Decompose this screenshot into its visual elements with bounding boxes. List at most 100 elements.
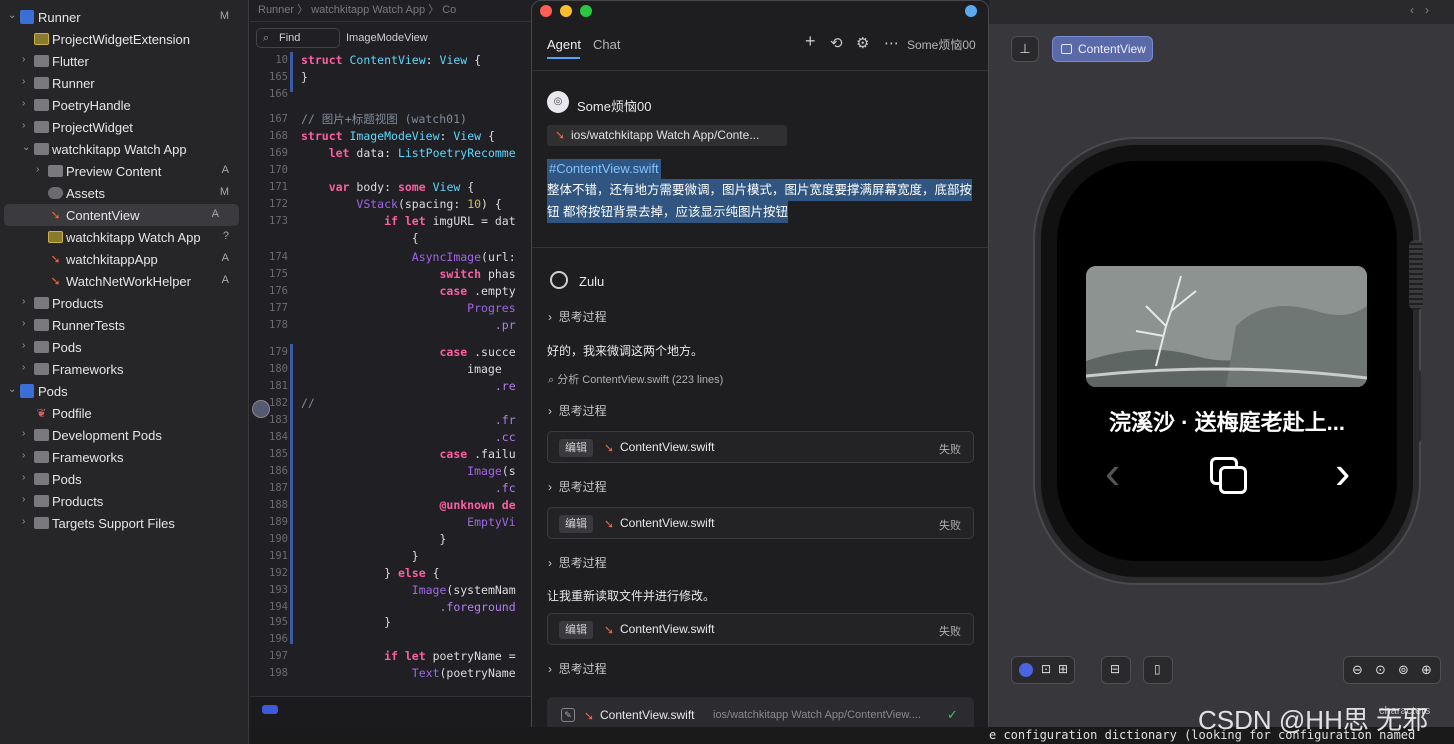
navigator-item[interactable]: ❦ Podfile	[0, 402, 249, 424]
more-icon[interactable]: ⋯	[884, 34, 899, 52]
code-text[interactable]: Text(poetryName	[301, 665, 516, 682]
device-settings-button[interactable]: ⊟	[1101, 656, 1131, 684]
code-text[interactable]: var body: some View {	[301, 179, 474, 196]
disclosure-closed-icon[interactable]: ›	[22, 76, 25, 87]
thinking-toggle[interactable]: › 思考过程	[548, 478, 607, 495]
navigator-item[interactable]: ⌄ Pods	[0, 380, 249, 402]
line-number[interactable]: 171	[258, 179, 288, 196]
code-line[interactable]: 173 if let imgURL = dat	[250, 213, 532, 230]
line-number[interactable]: 191	[258, 548, 288, 565]
thinking-toggle[interactable]: › 思考过程	[548, 554, 607, 571]
line-number[interactable]: 178	[258, 317, 288, 334]
disclosure-closed-icon[interactable]: ›	[22, 340, 25, 351]
navigator-item[interactable]: › Preview Content A	[0, 160, 249, 182]
navigator-item[interactable]: ➘ watchkitappApp A	[0, 248, 249, 270]
code-text[interactable]: EmptyVi	[301, 514, 515, 531]
breadcrumb[interactable]: Runner 〉 watchkitapp Watch App 〉 Co	[250, 0, 532, 22]
previous-arrow-icon[interactable]: ‹	[1105, 449, 1120, 495]
line-number[interactable]: 175	[258, 266, 288, 283]
code-line[interactable]: 176 case .empty	[250, 283, 532, 300]
account-name[interactable]: Some烦恼00	[907, 36, 976, 53]
zoom-out-icon[interactable]: ⊖	[1352, 662, 1363, 678]
code-line[interactable]: 174 AsyncImage(url:	[250, 249, 532, 266]
line-number[interactable]: 192	[258, 565, 288, 582]
code-text[interactable]: struct ContentView: View {	[301, 52, 481, 69]
code-text[interactable]: AsyncImage(url:	[301, 249, 516, 266]
code-text[interactable]: VStack(spacing: 10) {	[301, 196, 501, 213]
code-line[interactable]: 197 if let poetryName =	[250, 648, 532, 665]
device-button[interactable]: ▯	[1143, 656, 1173, 684]
code-line[interactable]: 172 VStack(spacing: 10) {	[250, 196, 532, 213]
code-text[interactable]: // 图片+标题视图 (watch01)	[301, 111, 467, 128]
disclosure-closed-icon[interactable]: ›	[22, 428, 25, 439]
line-number[interactable]: 185	[258, 446, 288, 463]
edit-result-card[interactable]: 编辑 ➘ ContentView.swift 失败	[547, 431, 974, 463]
disclosure-open-icon[interactable]: ⌄	[8, 384, 16, 395]
code-text[interactable]: .pr	[301, 317, 516, 334]
code-text[interactable]: } else {	[301, 565, 439, 582]
navigator-item[interactable]: › PoetryHandle	[0, 94, 249, 116]
navigator-item[interactable]: ➘ ContentView A	[4, 204, 239, 226]
code-line[interactable]: 167 // 图片+标题视图 (watch01)	[250, 111, 532, 128]
breakpoint-toggle-icon[interactable]	[262, 705, 278, 714]
line-number[interactable]: 187	[258, 480, 288, 497]
thinking-toggle[interactable]: › 思考过程	[548, 308, 607, 325]
contentview-button[interactable]: ContentView	[1052, 36, 1153, 62]
code-text[interactable]: }	[301, 614, 391, 631]
line-number[interactable]: 172	[258, 196, 288, 213]
navigator-item[interactable]: ➘ WatchNetWorkHelper A	[0, 270, 249, 292]
code-text[interactable]: case .succe	[301, 344, 515, 361]
edit-result-card[interactable]: 编辑 ➘ ContentView.swift 失败	[547, 613, 974, 645]
disclosure-closed-icon[interactable]: ›	[22, 98, 25, 109]
navigator-item[interactable]: ⌄ Runner M	[0, 6, 249, 28]
disclosure-closed-icon[interactable]: ›	[22, 318, 25, 329]
code-line[interactable]: 178 .pr	[250, 317, 532, 334]
code-text[interactable]: {	[301, 230, 419, 247]
navigator-item[interactable]: › Pods	[0, 336, 249, 358]
code-line[interactable]: {	[250, 230, 532, 247]
code-text[interactable]: .fc	[301, 480, 516, 497]
line-number[interactable]: 195	[258, 614, 288, 631]
code-text[interactable]: Image(s	[301, 463, 515, 480]
new-chat-icon[interactable]: +	[805, 31, 816, 52]
code-text[interactable]: image	[301, 361, 502, 378]
line-number[interactable]: 174	[258, 249, 288, 266]
next-arrow-icon[interactable]: ›	[1335, 449, 1350, 495]
tab-agent[interactable]: Agent	[547, 37, 581, 52]
code-text[interactable]: //	[301, 395, 315, 412]
line-number[interactable]: 10	[258, 52, 288, 69]
navigator-item[interactable]: › Products	[0, 490, 249, 512]
code-text[interactable]: if let poetryName =	[301, 648, 516, 665]
disclosure-closed-icon[interactable]: ›	[22, 516, 25, 527]
navigator-item[interactable]: › Development Pods	[0, 424, 249, 446]
breakpoint-marker[interactable]	[252, 400, 270, 418]
disclosure-closed-icon[interactable]: ›	[36, 164, 39, 175]
code-text[interactable]: }	[301, 548, 419, 565]
navigator-item[interactable]: › Pods	[0, 468, 249, 490]
code-text[interactable]: let data: ListPoetryRecomme	[301, 145, 516, 162]
line-number[interactable]: 165	[258, 69, 288, 86]
code-line[interactable]: 198 Text(poetryName	[250, 665, 532, 682]
code-line[interactable]: 169 let data: ListPoetryRecomme	[250, 145, 532, 162]
code-line[interactable]: 168 struct ImageModeView: View {	[250, 128, 532, 145]
disclosure-closed-icon[interactable]: ›	[22, 450, 25, 461]
navigator-item[interactable]: › ProjectWidget	[0, 116, 249, 138]
navigator-item[interactable]: › Flutter	[0, 50, 249, 72]
context-file-chip[interactable]: ➘ ios/watchkitapp Watch App/Conte...	[547, 125, 787, 146]
chevron-right-icon[interactable]: ›	[1425, 3, 1429, 17]
line-number[interactable]: 190	[258, 531, 288, 548]
edit-result-card[interactable]: 编辑 ➘ ContentView.swift 失败	[547, 507, 974, 539]
code-text[interactable]: Progres	[301, 300, 515, 317]
code-text[interactable]: if let imgURL = dat	[301, 213, 516, 230]
navigator-item[interactable]: › Frameworks	[0, 446, 249, 468]
thinking-toggle[interactable]: › 思考过程	[548, 660, 607, 677]
history-icon[interactable]: ⟲	[830, 34, 843, 52]
selectable-icon[interactable]: ⊡	[1041, 662, 1051, 676]
code-text[interactable]: switch phas	[301, 266, 515, 283]
file-tag[interactable]: #ContentView.swift	[547, 159, 661, 179]
line-number[interactable]: 198	[258, 665, 288, 682]
code-text[interactable]: }	[301, 69, 308, 86]
live-preview-icon[interactable]	[1019, 663, 1033, 677]
line-number[interactable]: 168	[258, 128, 288, 145]
code-text[interactable]: }	[301, 531, 446, 548]
